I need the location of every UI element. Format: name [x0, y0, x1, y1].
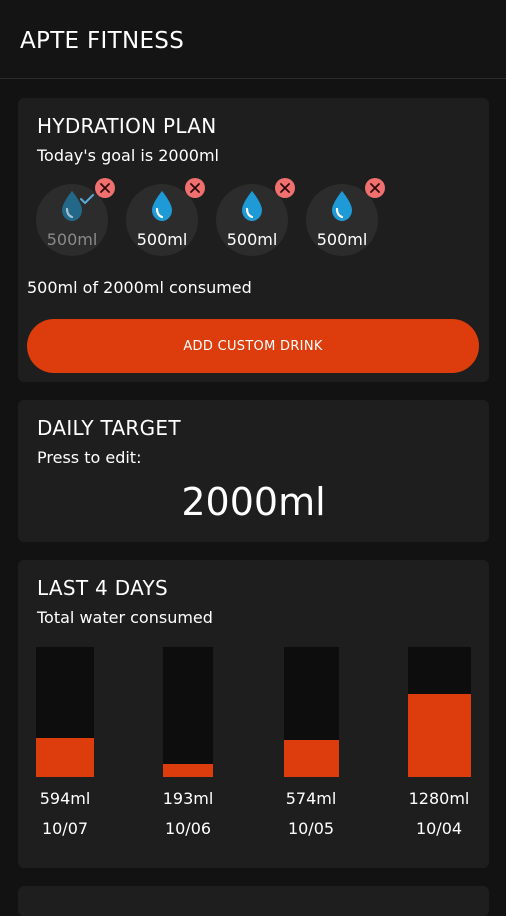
- remove-drink-button[interactable]: [275, 178, 295, 198]
- hydration-plan-title: HYDRATION PLAN: [37, 114, 217, 138]
- bar-fill: [36, 738, 94, 777]
- water-drop-icon: [242, 191, 262, 221]
- daily-target-value[interactable]: 2000ml: [18, 480, 489, 524]
- bar-fill: [284, 740, 339, 777]
- consumed-summary: 500ml of 2000ml consumed: [27, 278, 252, 297]
- app-bar: APTE FITNESS: [0, 0, 506, 79]
- daily-target-card[interactable]: DAILY TARGET Press to edit: 2000ml: [18, 400, 489, 542]
- close-icon: [280, 183, 290, 193]
- bar-track: [284, 647, 339, 777]
- remove-drink-button[interactable]: [95, 178, 115, 198]
- drink-label: 500ml: [136, 230, 188, 249]
- close-icon: [370, 183, 380, 193]
- close-icon: [190, 183, 200, 193]
- bar-date-label: 10/07: [41, 819, 89, 838]
- water-drop-icon: [152, 191, 172, 221]
- daily-target-title: DAILY TARGET: [37, 416, 181, 440]
- close-icon: [100, 183, 110, 193]
- bar-track: [36, 647, 94, 777]
- hydration-plan-card: HYDRATION PLAN Today's goal is 2000ml 50…: [18, 98, 489, 382]
- app-title: APTE FITNESS: [20, 28, 185, 54]
- history-title: LAST 4 DAYS: [37, 576, 169, 600]
- bar-value-label: 193ml: [162, 789, 214, 808]
- remove-drink-button[interactable]: [185, 178, 205, 198]
- last-4-days-card: LAST 4 DAYS Total water consumed 594ml 1…: [18, 560, 489, 868]
- bar-value-label: 1280ml: [408, 789, 470, 808]
- bar-fill: [163, 764, 213, 777]
- history-subtitle: Total water consumed: [37, 608, 213, 627]
- edit-hint: Press to edit:: [37, 448, 142, 467]
- remove-drink-button[interactable]: [365, 178, 385, 198]
- water-drop-icon: [332, 191, 352, 221]
- bar-value-label: 594ml: [39, 789, 91, 808]
- add-custom-drink-button[interactable]: ADD CUSTOM DRINK: [27, 319, 479, 373]
- daily-goal-text: Today's goal is 2000ml: [37, 146, 219, 165]
- drink-label: 500ml: [226, 230, 278, 249]
- drink-label: 500ml: [316, 230, 368, 249]
- bar-value-label: 574ml: [285, 789, 337, 808]
- next-card: [18, 886, 489, 916]
- check-icon: [80, 194, 94, 204]
- bar-fill: [408, 694, 471, 777]
- bar-date-label: 10/06: [164, 819, 212, 838]
- bar-date-label: 10/04: [415, 819, 463, 838]
- bar-date-label: 10/05: [287, 819, 335, 838]
- drink-label: 500ml: [46, 230, 98, 249]
- bar-track: [408, 647, 471, 777]
- bar-track: [163, 647, 213, 777]
